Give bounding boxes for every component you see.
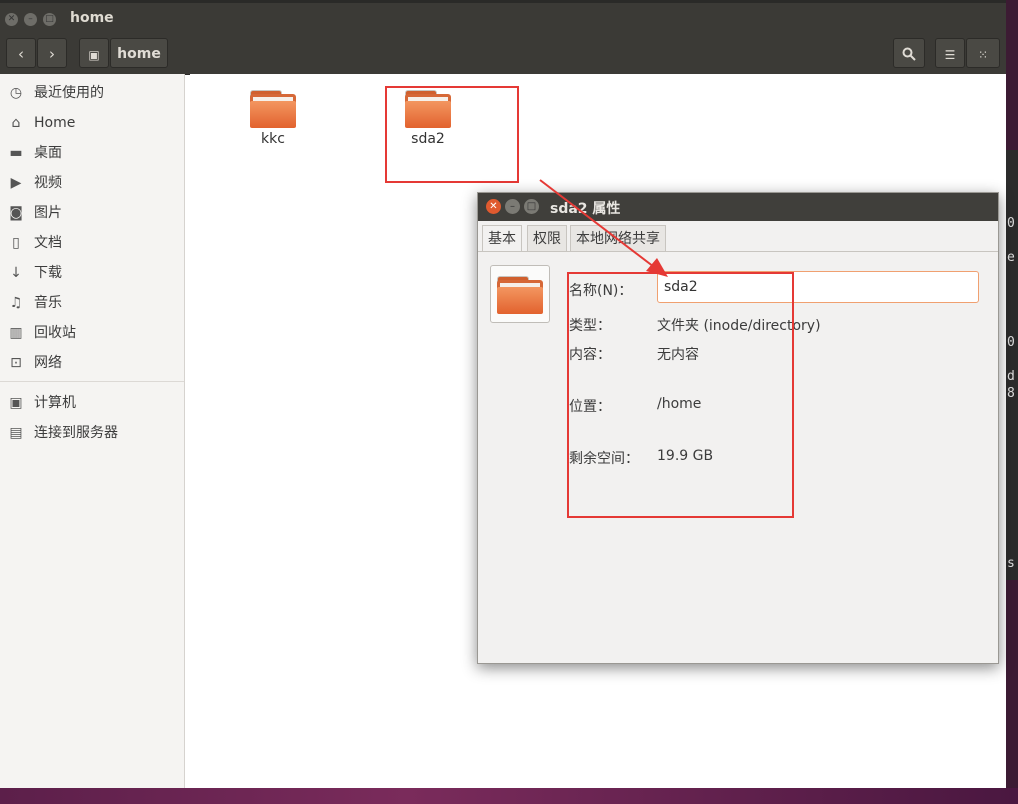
sidebar-item-documents[interactable]: ▯ 文档 [0, 229, 184, 257]
sidebar-item-label: 视频 [34, 175, 62, 191]
server-icon: ▤ [9, 425, 23, 441]
sidebar-item-computer[interactable]: ▣ 计算机 [0, 389, 184, 417]
sidebar-item-trash[interactable]: ▥ 回收站 [0, 319, 184, 347]
list-view-button[interactable]: ☰ [935, 38, 965, 68]
home-icon: ⌂ [11, 115, 21, 131]
desktop-background [0, 788, 1018, 804]
grid-view-button[interactable]: ⁙ [966, 38, 1000, 68]
network-icon: ⊡ [10, 355, 22, 371]
forward-button[interactable]: › [37, 38, 67, 68]
annotation-box-properties [567, 272, 794, 518]
folder-icon: ▬ [9, 145, 23, 161]
music-icon: ♫ [9, 295, 23, 311]
annotation-box-sda2-folder [385, 86, 519, 183]
tab-basic[interactable]: 基本 [482, 225, 522, 252]
sidebar-item-downloads[interactable]: ↓ 下载 [0, 259, 184, 287]
terminal-fragment: d [1007, 369, 1015, 384]
sidebar-item-network[interactable]: ⊡ 网络 [0, 349, 184, 377]
sidebar-item-home[interactable]: ⌂ Home [0, 109, 184, 137]
terminal-fragment: e [1007, 250, 1015, 265]
tab-local-network-share[interactable]: 本地网络共享 [570, 225, 666, 252]
sidebar-item-videos[interactable]: ▶ 视频 [0, 169, 184, 197]
sidebar-item-label: 桌面 [34, 145, 62, 161]
sidebar-item-label: 回收站 [34, 325, 76, 341]
dialog-titlebar: ✕ – □ sda2 属性 [478, 193, 998, 221]
minimize-window-button[interactable]: – [24, 13, 37, 26]
window-titlebar: ✕ – □ home [0, 0, 1006, 37]
sidebar-item-label: 下载 [34, 265, 62, 281]
sidebar-item-music[interactable]: ♫ 音乐 [0, 289, 184, 317]
download-icon: ↓ [10, 265, 22, 281]
tab-divider [478, 251, 998, 252]
folder-preview[interactable] [490, 265, 550, 323]
sidebar-item-label: 连接到服务器 [34, 425, 118, 441]
places-sidebar: ◷ 最近使用的 ⌂ Home ▬ 桌面 ▶ 视频 ◙ 图片 ▯ 文档 ↓ 下载 … [0, 74, 185, 788]
folder-icon [497, 276, 543, 314]
chevron-left-icon: ‹ [18, 45, 24, 63]
dialog-title: sda2 属性 [550, 201, 621, 217]
maximize-window-button[interactable]: □ [43, 13, 56, 26]
sidebar-item-connect-server[interactable]: ▤ 连接到服务器 [0, 419, 184, 447]
terminal-fragment: 0 [1007, 216, 1015, 231]
file-name-kkc[interactable]: kkc [233, 131, 313, 147]
sidebar-item-label: 最近使用的 [34, 85, 104, 101]
sidebar-item-desktop[interactable]: ▬ 桌面 [0, 139, 184, 167]
back-button[interactable]: ‹ [6, 38, 36, 68]
terminal-fragment: 8 [1007, 386, 1015, 401]
drive-location-button[interactable]: ▣ [79, 38, 109, 68]
chevron-right-icon: › [49, 45, 55, 63]
dialog-close-button[interactable]: ✕ [486, 199, 501, 214]
computer-icon: ▣ [9, 395, 23, 411]
sidebar-separator [0, 381, 184, 382]
document-icon: ▯ [12, 235, 20, 251]
window-title: home [70, 10, 114, 26]
terminal-fragment: s [1007, 556, 1015, 571]
list-view-icon: ☰ [944, 48, 956, 62]
sidebar-item-label: 音乐 [34, 295, 62, 311]
tab-permissions[interactable]: 权限 [527, 225, 567, 252]
sidebar-item-label: 计算机 [34, 395, 76, 411]
terminal-fragment: 0 [1007, 335, 1015, 350]
close-window-button[interactable]: ✕ [5, 13, 18, 26]
toolbar: ‹ › ▣ home ☰ ⁙ [0, 34, 1006, 75]
sidebar-item-label: 网络 [34, 355, 62, 371]
trash-icon: ▥ [9, 325, 23, 341]
camera-icon: ◙ [9, 205, 23, 221]
path-button-home[interactable]: home [110, 38, 168, 68]
sidebar-item-pictures[interactable]: ◙ 图片 [0, 199, 184, 227]
folder-icon[interactable] [250, 90, 296, 128]
dialog-maximize-button[interactable]: □ [524, 199, 539, 214]
search-icon [902, 47, 916, 61]
sidebar-item-label: 文档 [34, 235, 62, 251]
video-icon: ▶ [10, 175, 22, 191]
sidebar-item-recent[interactable]: ◷ 最近使用的 [0, 79, 184, 107]
sidebar-item-label: 图片 [34, 205, 62, 221]
dialog-minimize-button[interactable]: – [505, 199, 520, 214]
search-button[interactable] [893, 38, 925, 68]
grid-view-icon: ⁙ [977, 48, 989, 62]
desktop-background-terminal [1006, 150, 1018, 580]
drive-icon: ▣ [88, 48, 100, 62]
sidebar-item-label: Home [34, 115, 76, 131]
clock-icon: ◷ [9, 85, 23, 101]
